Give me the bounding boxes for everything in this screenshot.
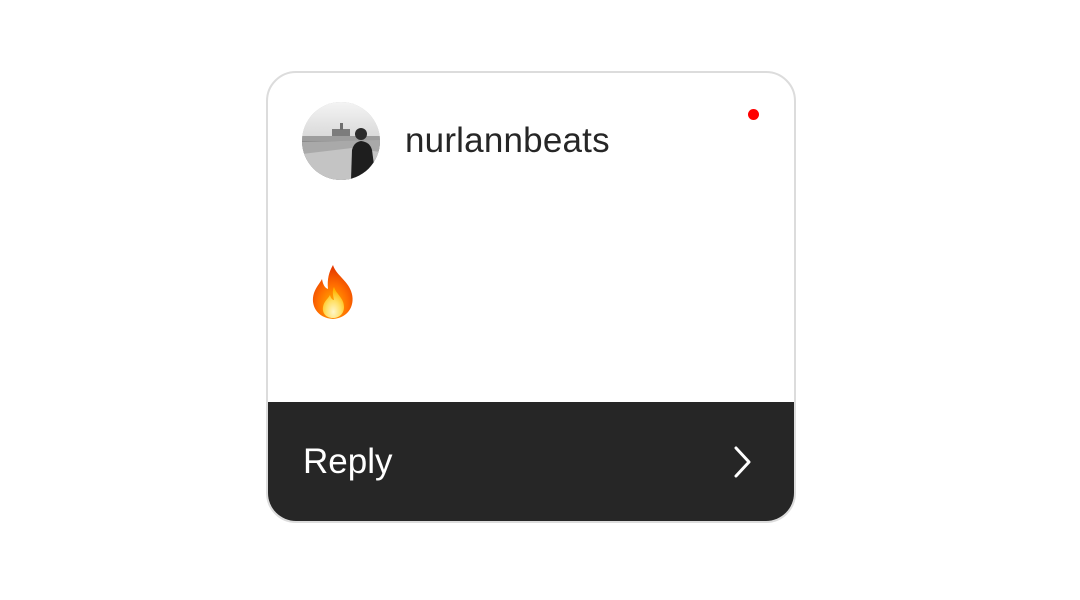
username[interactable]: nurlannbeats <box>405 121 610 161</box>
stage: nurlannbeats Reply <box>0 0 1080 600</box>
avatar[interactable] <box>302 102 380 180</box>
fire-emoji-icon <box>312 265 353 319</box>
reply-label: Reply <box>303 442 393 481</box>
notification-header: nurlannbeats <box>268 73 794 213</box>
reply-button[interactable]: Reply <box>268 402 794 521</box>
chevron-right-icon <box>730 445 754 479</box>
avatar-photo-icon <box>302 102 380 180</box>
message-content <box>306 263 366 323</box>
message-notification-card[interactable]: nurlannbeats Reply <box>266 71 796 523</box>
unread-dot-icon <box>748 109 759 120</box>
